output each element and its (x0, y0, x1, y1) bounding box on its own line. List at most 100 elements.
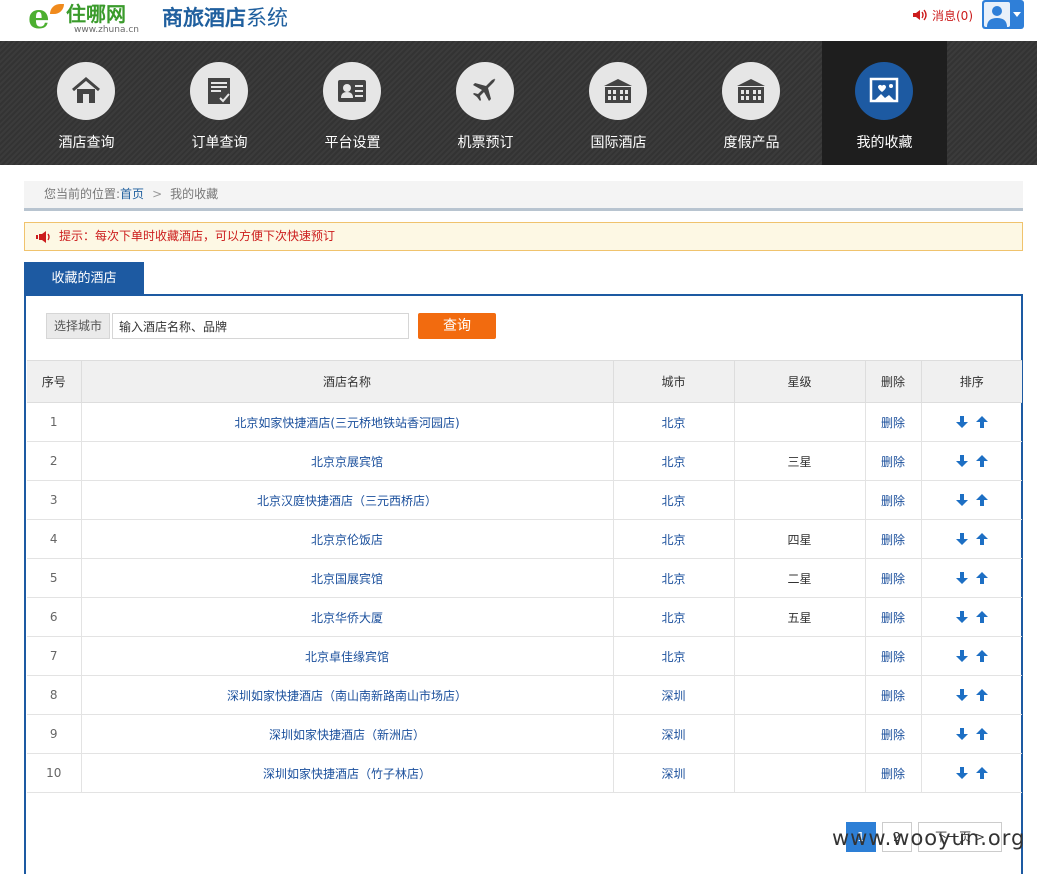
city-link[interactable]: 深圳 (613, 675, 735, 715)
arrow-down-icon[interactable] (955, 766, 969, 780)
star-level (734, 480, 866, 520)
nav-icon-circle (190, 62, 248, 120)
tip-text: 提示：每次下单时收藏酒店，可以方便下次快速预订 (59, 229, 336, 243)
arrow-down-icon[interactable] (955, 532, 969, 546)
table-row: 1 北京如家快捷酒店(三元桥地铁站香河园店) 北京 删除 (27, 402, 1022, 442)
city-link[interactable]: 北京 (613, 441, 735, 481)
messages-link[interactable]: 消息(0) (912, 7, 973, 23)
delete-link[interactable]: 删除 (865, 480, 922, 520)
hotel-name-link[interactable]: 深圳如家快捷酒店（新洲店） (81, 714, 614, 754)
arrow-down-icon[interactable] (955, 571, 969, 585)
user-avatar-menu[interactable] (982, 0, 1024, 29)
delete-link[interactable]: 删除 (865, 675, 922, 715)
chevron-down-icon (1013, 12, 1021, 17)
hotel-name-link[interactable]: 北京汉庭快捷酒店（三元西桥店） (81, 480, 614, 520)
arrow-up-icon[interactable] (975, 454, 989, 468)
arrow-down-icon[interactable] (955, 649, 969, 663)
arrow-up-icon[interactable] (975, 727, 989, 741)
nav-label: 我的收藏 (856, 135, 913, 151)
nav-item-hotel-search[interactable]: 酒店查询 (24, 41, 149, 165)
star-level: 二星 (734, 558, 866, 598)
delete-link[interactable]: 删除 (865, 636, 922, 676)
sort-arrows (955, 532, 989, 546)
arrow-down-icon[interactable] (955, 610, 969, 624)
city-link[interactable]: 北京 (613, 519, 735, 559)
arrow-up-icon[interactable] (975, 649, 989, 663)
nav-item-my-favorites[interactable]: 我的收藏 (822, 41, 947, 165)
arrow-down-icon[interactable] (955, 493, 969, 507)
arrow-down-icon[interactable] (955, 454, 969, 468)
watermark: www.wooyun.org (832, 826, 1026, 850)
speaker-icon (913, 9, 927, 21)
breadcrumb-home-link[interactable]: 首页 (120, 187, 144, 201)
favorite-photo-icon (869, 77, 899, 103)
breadcrumb-prefix: 您当前的位置: (44, 187, 121, 201)
nav-item-order-search[interactable]: 订单查询 (157, 41, 282, 165)
sort-controls (921, 597, 1022, 637)
hotel-name-link[interactable]: 深圳如家快捷酒店（南山南新路南山市场店） (81, 675, 614, 715)
table-row: 3 北京汉庭快捷酒店（三元西桥店） 北京 删除 (27, 480, 1022, 520)
city-link[interactable]: 北京 (613, 597, 735, 637)
nav-item-platform-settings[interactable]: 平台设置 (290, 41, 415, 165)
sort-controls (921, 480, 1022, 520)
hotel-search-input[interactable] (112, 313, 409, 339)
system-title-suffix: 系统 (246, 6, 288, 30)
row-index: 7 (27, 636, 82, 676)
zhuna-logo[interactable]: e 住哪网 www.zhuna.cn (28, 0, 158, 36)
query-button[interactable]: 查询 (418, 313, 496, 339)
arrow-up-icon[interactable] (975, 766, 989, 780)
nav-item-vacation-products[interactable]: 度假产品 (689, 41, 814, 165)
arrow-down-icon[interactable] (955, 727, 969, 741)
table-row: 6 北京华侨大厦 北京 五星 删除 (27, 597, 1022, 637)
city-link[interactable]: 北京 (613, 558, 735, 598)
arrow-up-icon[interactable] (975, 493, 989, 507)
header-delete: 删除 (865, 360, 922, 403)
arrow-up-icon[interactable] (975, 415, 989, 429)
tab-favorite-hotels[interactable]: 收藏的酒店 (24, 262, 144, 295)
delete-link[interactable]: 删除 (865, 441, 922, 481)
hotel-name-link[interactable]: 北京京伦饭店 (81, 519, 614, 559)
city-link[interactable]: 北京 (613, 636, 735, 676)
hotel-name-link[interactable]: 北京如家快捷酒店(三元桥地铁站香河园店) (81, 402, 614, 442)
hotel-name-link[interactable]: 北京京展宾馆 (81, 441, 614, 481)
sort-controls (921, 519, 1022, 559)
delete-link[interactable]: 删除 (865, 714, 922, 754)
city-link[interactable]: 深圳 (613, 753, 735, 793)
sort-controls (921, 753, 1022, 793)
city-link[interactable]: 北京 (613, 402, 735, 442)
arrow-up-icon[interactable] (975, 688, 989, 702)
logo-url: www.zhuna.cn (74, 25, 139, 35)
sort-controls (921, 714, 1022, 754)
breadcrumb-current: 我的收藏 (170, 187, 219, 201)
sort-arrows (955, 454, 989, 468)
arrow-down-icon[interactable] (955, 415, 969, 429)
nav-item-flight-booking[interactable]: 机票预订 (423, 41, 548, 165)
arrow-up-icon[interactable] (975, 532, 989, 546)
delete-link[interactable]: 删除 (865, 597, 922, 637)
nav-icon-circle (855, 62, 913, 120)
hotel-name-link[interactable]: 深圳如家快捷酒店（竹子林店） (81, 753, 614, 793)
star-level: 四星 (734, 519, 866, 559)
arrow-down-icon[interactable] (955, 688, 969, 702)
hotel-name-link[interactable]: 北京国展宾馆 (81, 558, 614, 598)
nav-item-international-hotel[interactable]: 国际酒店 (556, 41, 681, 165)
city-link[interactable]: 深圳 (613, 714, 735, 754)
row-index: 4 (27, 519, 82, 559)
arrow-up-icon[interactable] (975, 610, 989, 624)
favorites-table: 序号 酒店名称 城市 星级 删除 排序 1 北京如家快捷酒店(三元桥地铁站香河园店… (27, 360, 1022, 793)
arrow-up-icon[interactable] (975, 571, 989, 585)
building-icon (737, 79, 765, 103)
hotel-name-link[interactable]: 北京卓佳缘宾馆 (81, 636, 614, 676)
delete-link[interactable]: 删除 (865, 519, 922, 559)
delete-link[interactable]: 删除 (865, 402, 922, 442)
sort-controls (921, 441, 1022, 481)
header-index: 序号 (27, 360, 82, 403)
delete-link[interactable]: 删除 (865, 558, 922, 598)
select-city-button[interactable]: 选择城市 (46, 313, 110, 339)
city-link[interactable]: 北京 (613, 480, 735, 520)
hotel-name-link[interactable]: 北京华侨大厦 (81, 597, 614, 637)
delete-link[interactable]: 删除 (865, 753, 922, 793)
table-row: 4 北京京伦饭店 北京 四星 删除 (27, 519, 1022, 559)
order-document-icon (208, 78, 230, 104)
nav-label: 订单查询 (191, 135, 248, 151)
